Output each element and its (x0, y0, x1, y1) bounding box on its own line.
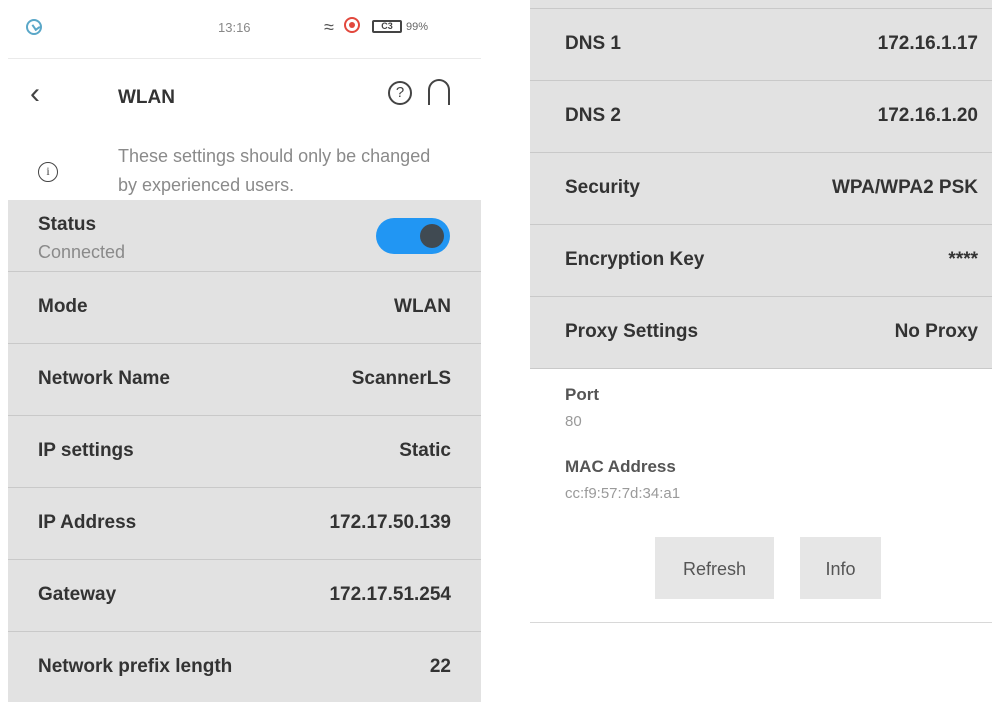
dns2-label: DNS 2 (565, 105, 621, 126)
refresh-button[interactable]: Refresh (655, 537, 774, 599)
ip-settings-row[interactable]: IP settings Static (8, 416, 481, 488)
encryption-key-label: Encryption Key (565, 249, 705, 270)
security-row[interactable]: Security WPA/WPA2 PSK (530, 153, 992, 225)
proxy-settings-row[interactable]: Proxy Settings No Proxy (530, 297, 992, 369)
dns1-label: DNS 1 (565, 33, 621, 54)
mode-label: Mode (38, 296, 88, 317)
status-bar: 13:16 ≈ C3 99% (8, 0, 481, 58)
network-name-label: Network Name (38, 368, 170, 389)
settings-list-left: Status Connected Mode WLAN Network Name … (8, 200, 481, 702)
battery-icon: C3 (372, 20, 402, 33)
battery-percentage: 99% (406, 21, 429, 33)
dns1-row[interactable]: DNS 1 172.16.1.17 (530, 9, 992, 81)
page-title: WLAN (118, 87, 175, 108)
clock-app-icon (26, 19, 42, 35)
info-icon: i (38, 162, 58, 182)
ip-address-row[interactable]: IP Address 172.17.50.139 (8, 488, 481, 560)
security-label: Security (565, 177, 640, 198)
settings-list-right: DNS 1 172.16.1.17 DNS 2 172.16.1.20 Secu… (530, 0, 992, 369)
gateway-label: Gateway (38, 584, 117, 605)
ip-settings-value: Static (399, 440, 451, 461)
network-name-row[interactable]: Network Name ScannerLS (8, 344, 481, 416)
wlan-status-toggle[interactable] (376, 218, 450, 254)
network-prefix-value: 22 (429, 656, 451, 677)
help-icon[interactable]: ? (388, 81, 412, 105)
warning-notice: i These settings should only be changed … (8, 130, 481, 200)
notice-text: These settings should only be changed by… (118, 146, 431, 195)
toggle-knob (420, 224, 444, 248)
wlan-settings-panel-right: DNS 1 172.16.1.17 DNS 2 172.16.1.20 Secu… (530, 0, 992, 623)
port-label: Port (565, 385, 599, 404)
back-arrow-icon[interactable]: ‹ (30, 79, 54, 109)
home-icon[interactable] (428, 79, 450, 105)
mac-address-label: MAC Address (565, 457, 676, 476)
wlan-settings-panel-left: 13:16 ≈ C3 99% ‹ WLAN ? i These settings… (8, 0, 481, 702)
status-row: Status Connected (8, 200, 481, 272)
wifi-icon: ≈ (324, 17, 334, 37)
dns2-value: 172.16.1.20 (877, 105, 978, 126)
page-header: ‹ WLAN ? (8, 58, 481, 131)
proxy-settings-value: No Proxy (894, 321, 978, 342)
encryption-key-row[interactable]: Encryption Key **** (530, 225, 992, 297)
dns2-row[interactable]: DNS 2 172.16.1.20 (530, 81, 992, 153)
dns1-value: 172.16.1.17 (877, 33, 978, 54)
security-value: WPA/WPA2 PSK (831, 177, 978, 198)
mode-value: WLAN (394, 296, 451, 317)
status-value: Connected (38, 242, 126, 262)
network-name-value: ScannerLS (351, 368, 451, 389)
gateway-row[interactable]: Gateway 172.17.51.254 (8, 560, 481, 632)
network-prefix-row[interactable]: Network prefix length 22 (8, 632, 481, 702)
list-top-edge (530, 0, 992, 9)
network-details: Port 80 MAC Address cc:f9:57:7d:34:a1 Re… (530, 372, 992, 622)
ip-address-label: IP Address (38, 512, 137, 533)
info-button[interactable]: Info (800, 537, 881, 599)
proxy-settings-label: Proxy Settings (565, 321, 699, 342)
status-label: Status (38, 214, 97, 235)
ip-settings-label: IP settings (38, 440, 134, 461)
location-target-icon (344, 17, 360, 33)
mac-address-value: cc:f9:57:7d:34:a1 (565, 485, 681, 502)
mode-row[interactable]: Mode WLAN (8, 272, 481, 344)
network-prefix-label: Network prefix length (38, 656, 233, 677)
gateway-value: 172.17.51.254 (329, 584, 451, 605)
status-time: 13:16 (218, 20, 251, 35)
ip-address-value: 172.17.50.139 (329, 512, 451, 533)
encryption-key-value: **** (948, 249, 978, 270)
port-value: 80 (565, 413, 582, 430)
